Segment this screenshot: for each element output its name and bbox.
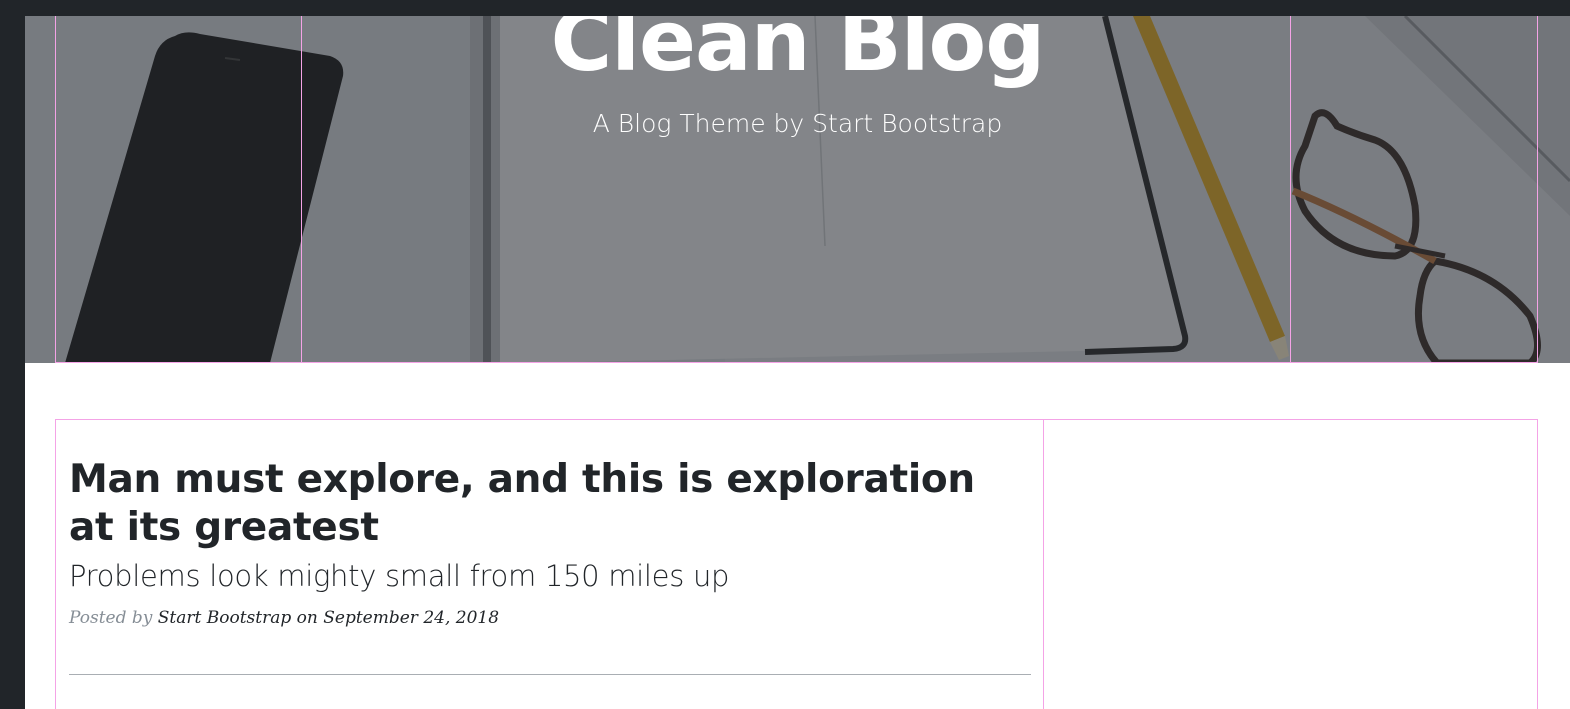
- post-title[interactable]: Man must explore, and this is exploratio…: [69, 456, 1031, 552]
- post-meta: Posted by Start Bootstrap on September 2…: [69, 606, 1031, 630]
- post-subtitle[interactable]: Problems look mighty small from 150 mile…: [69, 556, 1031, 596]
- post-date: on September 24, 2018: [296, 608, 500, 628]
- page-viewport: Clean Blog A Blog Theme by Start Bootstr…: [25, 16, 1570, 709]
- post-author-link[interactable]: Start Bootstrap: [158, 608, 291, 628]
- post-divider: [69, 674, 1031, 675]
- site-subheading: A Blog Theme by Start Bootstrap: [592, 109, 1003, 138]
- masthead: Clean Blog A Blog Theme by Start Bootstr…: [25, 16, 1570, 363]
- post-preview[interactable]: Man must explore, and this is exploratio…: [69, 456, 1031, 630]
- post-meta-prefix: Posted by: [69, 608, 153, 628]
- site-heading: Clean Blog: [550, 16, 1046, 90]
